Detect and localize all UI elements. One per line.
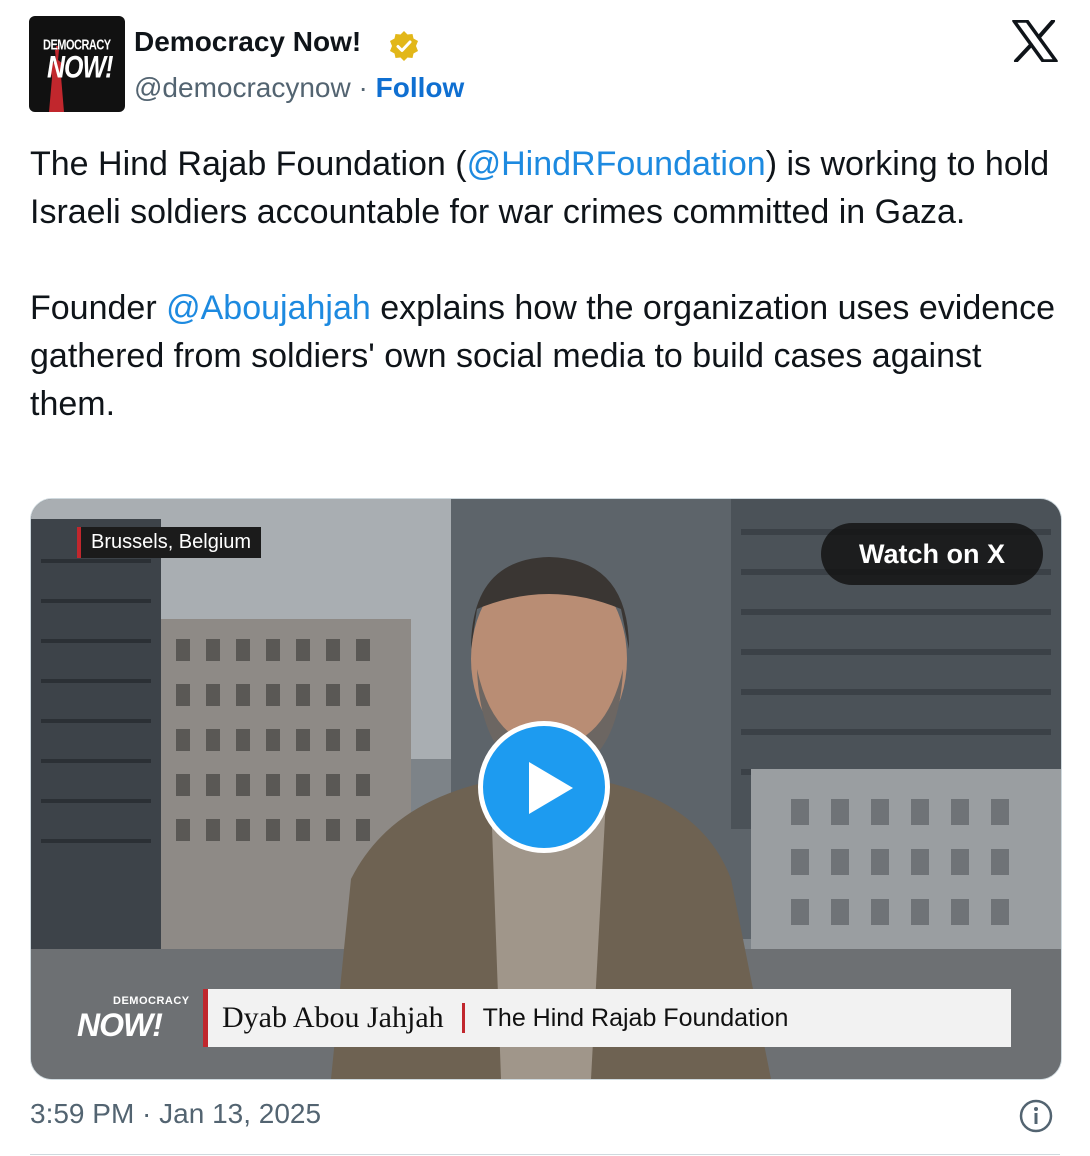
play-icon [529, 762, 573, 814]
tweet-text: The Hind Rajab Foundation (@HindRFoundat… [30, 140, 1070, 428]
verified-badge-icon [390, 31, 418, 61]
mention-hindrfoundation[interactable]: @HindRFoundation [467, 145, 766, 183]
handle-separator: · [358, 72, 368, 103]
account-handle[interactable]: @democracynow [134, 72, 351, 103]
play-button[interactable] [478, 721, 610, 853]
display-name[interactable]: Democracy Now! [134, 26, 361, 58]
account-avatar[interactable]: DEMOCRACY NOW! [29, 16, 125, 112]
guest-name: Dyab Abou Jahjah [222, 1001, 444, 1034]
guest-organization: The Hind Rajab Foundation [482, 1003, 789, 1032]
x-logo-icon[interactable] [1012, 20, 1058, 62]
mention-aboujahjah[interactable]: @Aboujahjah [166, 289, 371, 327]
handle-row: @democracynow · Follow [134, 72, 464, 104]
bottom-divider [30, 1154, 1060, 1155]
avatar-logo-big: NOW! [47, 50, 113, 85]
brand-small: DEMOCRACY [113, 995, 190, 1007]
location-label: Brussels, Belgium [77, 527, 262, 558]
video-player[interactable]: Brussels, Belgium Watch on X DEMOCRACY N… [30, 498, 1062, 1080]
tweet-text-segment: The Hind Rajab Foundation ( [30, 145, 467, 183]
brand-big: NOW! [77, 1007, 163, 1043]
tweet-paragraph-2: Founder @Aboujahjah explains how the org… [30, 284, 1070, 428]
lower-third-divider [461, 1003, 465, 1033]
tweet-paragraph-1: The Hind Rajab Foundation (@HindRFoundat… [30, 140, 1070, 236]
lower-third: Dyab Abou Jahjah The Hind Rajab Foundati… [203, 989, 1011, 1047]
follow-button[interactable]: Follow [376, 72, 465, 103]
info-icon[interactable] [1018, 1098, 1054, 1134]
tweet-timestamp[interactable]: 3:59 PM · Jan 13, 2025 [30, 1098, 321, 1130]
tweet-text-segment: Founder [30, 289, 167, 327]
watch-on-x-button[interactable]: Watch on X [821, 523, 1043, 585]
